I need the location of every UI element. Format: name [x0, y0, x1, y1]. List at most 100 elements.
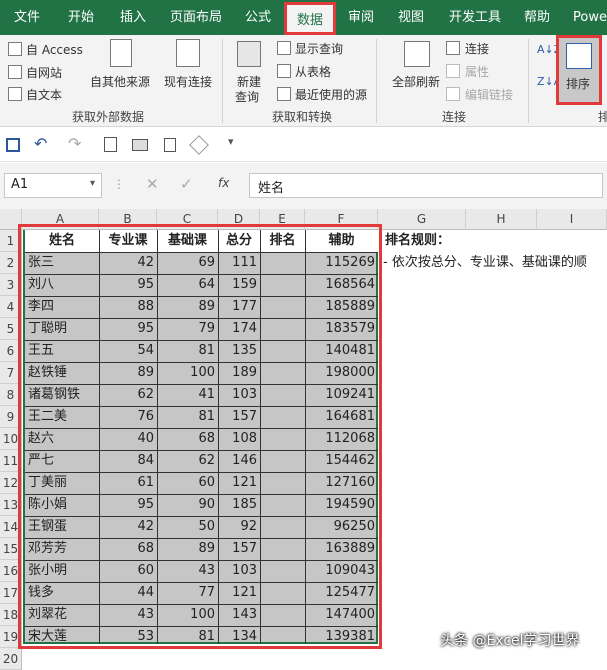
rule-text[interactable]: - 依次按总分、专业课、基础课的顺 — [380, 252, 607, 274]
table-cell[interactable]: 146 — [218, 450, 260, 472]
table-cell[interactable]: 81 — [157, 626, 218, 648]
table-header-cell[interactable]: 总分 — [218, 230, 260, 252]
tab-home[interactable]: 开始 — [56, 0, 106, 35]
undo-icon[interactable]: ↶ — [34, 134, 47, 153]
table-cell[interactable]: 143 — [218, 604, 260, 626]
select-all-corner[interactable] — [0, 209, 22, 230]
table-cell[interactable]: 60 — [99, 560, 157, 582]
table-cell[interactable]: 89 — [157, 538, 218, 560]
tag-icon[interactable] — [189, 135, 209, 155]
from-web-button[interactable]: 自网站 — [26, 64, 62, 81]
table-cell[interactable]: 43 — [157, 560, 218, 582]
column-header-e[interactable]: E — [260, 209, 305, 230]
table-header-cell[interactable]: 基础课 — [157, 230, 218, 252]
table-cell[interactable]: 111 — [218, 252, 260, 274]
print-preview-icon[interactable] — [104, 137, 117, 152]
connections-button[interactable]: 连接 — [465, 40, 489, 57]
edit-links-button[interactable]: 编辑链接 — [465, 86, 513, 103]
column-header-c[interactable]: C — [157, 209, 218, 230]
row-header[interactable]: 7 — [0, 362, 22, 384]
table-cell[interactable]: 54 — [99, 340, 157, 362]
table-cell[interactable]: 147400 — [305, 604, 378, 626]
table-cell[interactable]: 王五 — [25, 340, 99, 362]
table-cell[interactable]: 53 — [99, 626, 157, 648]
tab-formulas[interactable]: 公式 — [236, 0, 280, 35]
table-cell[interactable]: 42 — [99, 516, 157, 538]
table-cell[interactable]: 77 — [157, 582, 218, 604]
table-cell[interactable] — [260, 384, 305, 406]
table-cell[interactable]: 96250 — [305, 516, 378, 538]
table-cell[interactable]: 154462 — [305, 450, 378, 472]
table-cell[interactable]: 159 — [218, 274, 260, 296]
tab-page-layout[interactable]: 页面布局 — [160, 0, 232, 35]
table-cell[interactable]: 84 — [99, 450, 157, 472]
table-cell[interactable]: 62 — [157, 450, 218, 472]
table-cell[interactable]: 邓芳芳 — [25, 538, 99, 560]
table-cell[interactable]: 185889 — [305, 296, 378, 318]
table-cell[interactable]: 50 — [157, 516, 218, 538]
row-header[interactable]: 14 — [0, 516, 22, 538]
table-cell[interactable]: 134 — [218, 626, 260, 648]
table-cell[interactable]: 100 — [157, 604, 218, 626]
column-header-d[interactable]: D — [218, 209, 260, 230]
table-cell[interactable]: 164681 — [305, 406, 378, 428]
row-header[interactable]: 1 — [0, 230, 22, 252]
table-cell[interactable]: 185 — [218, 494, 260, 516]
table-cell[interactable]: 61 — [99, 472, 157, 494]
table-cell[interactable] — [260, 516, 305, 538]
check-icon[interactable]: ✓ — [180, 175, 193, 193]
recent-sources-button[interactable]: 最近使用的源 — [295, 86, 367, 103]
save-icon[interactable] — [6, 138, 20, 152]
table-cell[interactable]: 139381 — [305, 626, 378, 648]
table-cell[interactable] — [260, 252, 305, 274]
row-header[interactable]: 5 — [0, 318, 22, 340]
table-header-cell[interactable]: 专业课 — [99, 230, 157, 252]
tab-data[interactable]: 数据 — [284, 2, 336, 35]
row-header[interactable]: 11 — [0, 450, 22, 472]
table-cell[interactable]: 109043 — [305, 560, 378, 582]
table-cell[interactable] — [260, 472, 305, 494]
table-cell[interactable]: 90 — [157, 494, 218, 516]
table-cell[interactable]: 81 — [157, 340, 218, 362]
table-cell[interactable]: 140481 — [305, 340, 378, 362]
refresh-all-button[interactable]: 全部刷新 — [392, 73, 440, 90]
redo-icon[interactable]: ↷ — [68, 134, 81, 153]
table-cell[interactable]: 王钢蛋 — [25, 516, 99, 538]
column-header-h[interactable]: H — [466, 209, 537, 230]
tab-insert[interactable]: 插入 — [108, 0, 158, 35]
table-cell[interactable]: 76 — [99, 406, 157, 428]
table-cell[interactable]: 丁美丽 — [25, 472, 99, 494]
row-header[interactable]: 20 — [0, 648, 22, 670]
table-cell[interactable]: 赵六 — [25, 428, 99, 450]
table-header-cell[interactable]: 辅助 — [305, 230, 378, 252]
table-cell[interactable]: 钱多 — [25, 582, 99, 604]
row-header[interactable]: 19 — [0, 626, 22, 648]
table-cell[interactable]: 陈小娟 — [25, 494, 99, 516]
table-cell[interactable]: 丁聪明 — [25, 318, 99, 340]
table-cell[interactable] — [260, 274, 305, 296]
from-text-button[interactable]: 自文本 — [26, 86, 62, 103]
table-cell[interactable]: 43 — [99, 604, 157, 626]
table-header-cell[interactable]: 姓名 — [25, 230, 99, 252]
table-cell[interactable] — [260, 626, 305, 648]
row-header[interactable]: 12 — [0, 472, 22, 494]
camera-icon[interactable] — [132, 139, 148, 151]
table-cell[interactable] — [260, 296, 305, 318]
row-header[interactable]: 6 — [0, 340, 22, 362]
name-box[interactable]: A1 ▾ — [4, 173, 102, 198]
tab-file[interactable]: 文件 — [2, 0, 52, 35]
table-cell[interactable]: 赵铁锤 — [25, 362, 99, 384]
column-header-g[interactable]: G — [378, 209, 466, 230]
table-cell[interactable]: 177 — [218, 296, 260, 318]
table-cell[interactable]: 157 — [218, 538, 260, 560]
table-cell[interactable]: 198000 — [305, 362, 378, 384]
table-cell[interactable] — [260, 406, 305, 428]
table-cell[interactable] — [260, 428, 305, 450]
formula-input[interactable]: 姓名 — [249, 173, 603, 198]
row-header[interactable]: 4 — [0, 296, 22, 318]
row-header[interactable]: 3 — [0, 274, 22, 296]
table-cell[interactable]: 168564 — [305, 274, 378, 296]
row-header[interactable]: 2 — [0, 252, 22, 274]
table-cell[interactable]: 41 — [157, 384, 218, 406]
table-cell[interactable]: 88 — [99, 296, 157, 318]
